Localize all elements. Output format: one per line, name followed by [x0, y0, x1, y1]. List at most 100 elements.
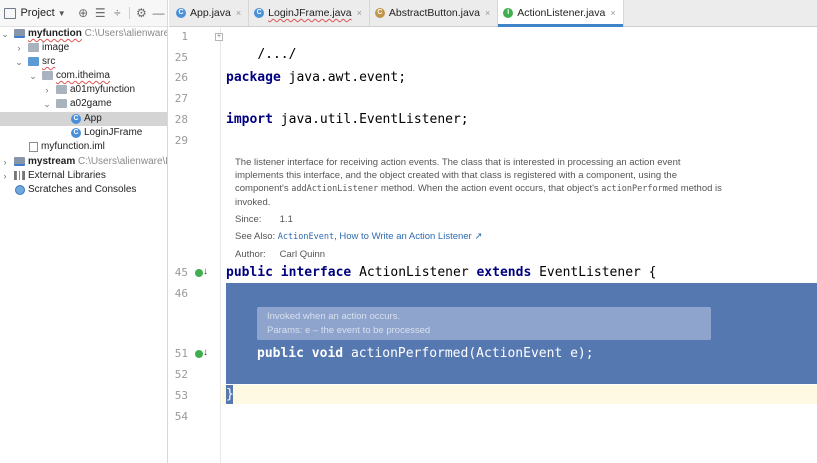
tab-label: App.java [190, 7, 231, 19]
tab-app-java[interactable]: C App.java × [171, 0, 250, 26]
tree-item-mystream[interactable]: › mystream C:\Users\alienware\Ide [0, 155, 168, 169]
arrow-down-icon: ↓ [203, 347, 208, 358]
javadoc-text: method. When the action event occurs, th… [380, 183, 599, 194]
line-number: 53 [174, 389, 188, 402]
chevron-down-icon[interactable]: ⌄ [42, 97, 52, 111]
chevron-right-icon[interactable]: › [14, 41, 24, 55]
code-line-method: public void actionPerformed(ActionEvent … [257, 345, 594, 363]
close-icon[interactable]: × [236, 8, 241, 18]
chevron-down-icon[interactable]: ⌄ [0, 27, 10, 41]
tab-abstractbutton-java[interactable]: C AbstractButton.java × [370, 0, 499, 26]
tree-item-label: mystream [28, 156, 76, 167]
tree-item-a01myfunction[interactable]: › a01myfunction [0, 83, 167, 97]
implemented-marker-icon [195, 269, 203, 277]
implemented-by-icon[interactable]: ↓ [195, 266, 209, 279]
tree-item-label: myfunction [28, 28, 82, 39]
keyword-package: package [226, 70, 281, 85]
locate-file-icon[interactable]: ⊕ [75, 7, 92, 19]
line-number: 25 [174, 51, 188, 64]
interface-name: ActionListener [359, 265, 469, 280]
tree-item-label: myfunction.iml [41, 141, 105, 152]
package-icon [56, 85, 67, 94]
code-line-package: package java.awt.event; [226, 69, 406, 87]
chevron-right-icon[interactable]: › [42, 83, 52, 97]
javadoc-separator: , [334, 231, 337, 242]
java-class-icon: C [71, 128, 81, 138]
rendered-javadoc: The listener interface for receiving act… [235, 156, 725, 261]
tree-item-app[interactable]: C App [0, 112, 167, 126]
line-number: 52 [174, 368, 188, 381]
tree-item-myfunction-iml[interactable]: myfunction.iml [0, 140, 167, 154]
editor-tab-bar: C App.java × C LoginJFrame.java × C Abst… [169, 0, 817, 27]
gear-icon[interactable]: ⚙ [133, 7, 150, 19]
keyword-interface: interface [280, 265, 352, 280]
tree-item-label: a01myfunction [70, 84, 136, 95]
java-class-icon: C [176, 8, 186, 18]
line-number: 1 [181, 30, 188, 43]
close-icon[interactable]: × [610, 8, 615, 18]
java-class-icon: C [254, 8, 265, 18]
tree-item-path: C:\Users\alienware\Id [84, 28, 168, 39]
close-icon[interactable]: × [485, 8, 490, 18]
tab-loginjframe-java[interactable]: C LoginJFrame.java × [249, 0, 370, 26]
hide-panel-icon[interactable]: — [150, 7, 167, 19]
tree-item-a02game[interactable]: ⌄ a02game [0, 97, 167, 111]
link-how-to-write-action-listener[interactable]: How to Write an Action Listener ↗ [339, 231, 482, 242]
tree-item-image[interactable]: › image [0, 41, 167, 55]
line-number: 28 [174, 113, 188, 126]
interface-icon: I [503, 8, 514, 18]
tree-item-label: src [42, 56, 56, 67]
method-javadoc-line: Invoked when an action occurs. [267, 311, 401, 322]
tab-label: AbstractButton.java [388, 7, 480, 19]
parent-interface: EventListener { [539, 265, 657, 280]
tree-item-com-itheima[interactable]: ⌄ com.itheima [0, 69, 167, 83]
line-number: 46 [174, 287, 188, 300]
tree-item-path: C:\Users\alienware\Ide [78, 156, 168, 167]
tree-item-src[interactable]: ⌄ src [0, 55, 167, 69]
tree-item-label: com.itheima [56, 70, 110, 81]
tree-item-label: App [84, 113, 102, 124]
line-number: 29 [174, 134, 188, 147]
close-icon[interactable]: × [357, 8, 362, 18]
tree-item-myfunction[interactable]: ⌄ myfunction C:\Users\alienware\Id [0, 27, 168, 41]
collapse-all-icon[interactable]: ÷ [109, 7, 126, 19]
javadoc-see-also-label: See Also: [235, 231, 276, 242]
project-view-selector[interactable]: Project [20, 7, 54, 19]
code-line-import: import java.util.EventListener; [226, 111, 469, 129]
tree-item-label: a02game [70, 98, 112, 109]
scratches-icon [15, 185, 25, 195]
tree-item-scratches[interactable]: Scratches and Consoles [0, 183, 167, 197]
tree-item-label: Scratches and Consoles [28, 184, 137, 195]
tree-item-label: LoginJFrame [84, 127, 143, 138]
chevron-right-icon[interactable]: › [0, 169, 10, 183]
chevron-right-icon[interactable]: › [0, 155, 10, 169]
module-folder-icon [14, 157, 25, 166]
code-editor[interactable]: 1 25 26 27 28 29 45 46 51 52 53 54 ↓ ↓ +… [169, 28, 817, 463]
fold-toggle-icon[interactable]: + [215, 33, 223, 41]
project-panel: Project ▼ ⊕ ☰ ÷ ⚙ — ⌄ myfunction C:\User… [0, 0, 168, 463]
abstract-class-icon: C [374, 8, 385, 18]
javadoc-since-label: Since: [235, 214, 262, 225]
method-javadoc-params: Params: e – the event to be processed [267, 325, 431, 336]
rendered-method-javadoc: Invoked when an action occurs. Params: e… [257, 307, 711, 340]
arrow-down-icon: ↓ [203, 266, 208, 277]
link-actionevent[interactable]: ActionEvent [278, 232, 334, 242]
source-folder-icon [28, 57, 39, 66]
tree-item-loginjframe[interactable]: C LoginJFrame [0, 126, 167, 140]
chevron-down-icon[interactable]: ⌄ [14, 55, 24, 69]
javadoc-since: Since: 1.1 [235, 213, 725, 226]
package-name: java.awt.event; [288, 70, 407, 85]
javadoc-author-label: Author: [235, 249, 266, 260]
package-icon [42, 71, 53, 80]
expand-all-icon[interactable]: ☰ [92, 7, 109, 19]
tab-actionlistener-java[interactable]: I ActionListener.java × [498, 0, 624, 27]
tree-item-external-libraries[interactable]: › External Libraries [0, 169, 167, 183]
chevron-down-icon[interactable]: ▼ [58, 9, 66, 18]
iml-file-icon [29, 142, 38, 152]
implemented-by-icon[interactable]: ↓ [195, 347, 209, 360]
keyword-import: import [226, 112, 273, 127]
toolbar-divider [128, 7, 130, 19]
folded-comment[interactable]: /.../ [257, 47, 296, 62]
chevron-down-icon[interactable]: ⌄ [28, 69, 38, 83]
closing-brace: } [226, 387, 234, 402]
